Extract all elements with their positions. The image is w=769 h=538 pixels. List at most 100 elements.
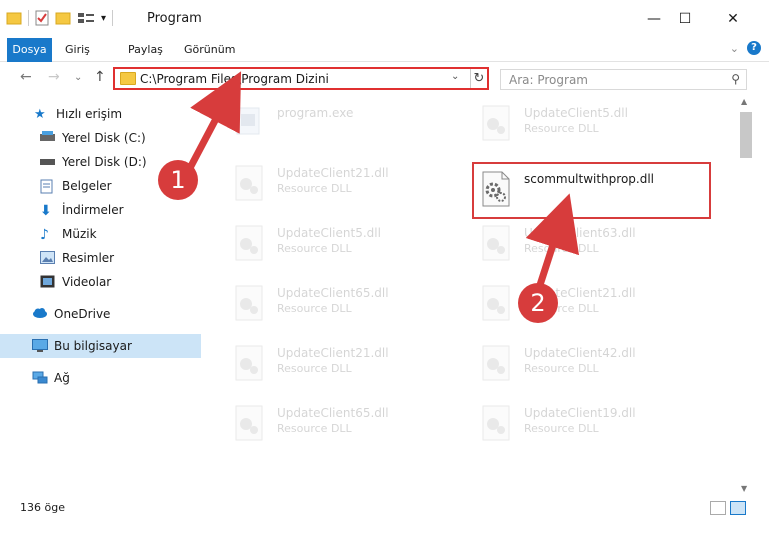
view-switcher	[710, 501, 746, 515]
toolbar-divider	[28, 10, 29, 26]
sidebar-item-label: Bu bilgisayar	[54, 339, 132, 353]
scroll-up-icon[interactable]: ▲	[741, 97, 747, 106]
computer-icon	[32, 339, 48, 353]
sidebar-item-label: Yerel Disk (C:)	[62, 131, 146, 145]
exe-file-icon	[236, 107, 260, 135]
sidebar-item-label: Yerel Disk (D:)	[62, 155, 147, 169]
step-1-badge: 1	[158, 160, 198, 200]
file-name: UpdateClient5.dll	[524, 106, 628, 120]
vertical-scrollbar[interactable]: ▲ ▼	[738, 94, 754, 497]
forward-button[interactable]: →	[48, 69, 60, 85]
sidebar-item-label: Ağ	[54, 371, 70, 385]
tiles-view-icon[interactable]	[730, 501, 746, 515]
file-type: Resource DLL	[524, 242, 599, 255]
sidebar-item-onedrive[interactable]: OneDrive	[32, 302, 233, 326]
file-type: Resource DLL	[524, 122, 599, 135]
properties-icon[interactable]	[35, 10, 49, 26]
new-folder-icon[interactable]	[55, 11, 71, 25]
step-2-badge: 2	[518, 283, 558, 323]
file-item[interactable]: UpdateClient19.dll Resource DLL	[478, 396, 708, 452]
sidebar-item-label: Müzik	[62, 227, 97, 241]
help-button[interactable]: ?	[747, 41, 761, 55]
download-icon: ⬇	[40, 203, 52, 219]
address-bar[interactable]: C:\Program Files\Program Dizini ⌄ ↻	[113, 67, 489, 90]
file-item[interactable]: UpdateClient21.dll Resource DLL	[231, 156, 461, 212]
drive-icon	[40, 131, 56, 145]
file-name: UpdateClient21.dll	[277, 166, 389, 180]
back-button[interactable]: ←	[20, 69, 32, 85]
sidebar-item-label: Hızlı erişim	[56, 107, 123, 121]
file-item[interactable]: UpdateClient21.dll Resource DLL	[478, 276, 708, 332]
dll-file-icon	[235, 345, 263, 381]
sidebar-item-label: Resimler	[62, 251, 115, 265]
sidebar-item-label: OneDrive	[54, 307, 111, 321]
close-button[interactable]: ✕	[710, 0, 756, 38]
file-item[interactable]: UpdateClient5.dll Resource DLL	[478, 96, 708, 152]
network-icon	[32, 371, 48, 385]
address-path[interactable]: C:\Program Files\Program Dizini	[140, 72, 329, 86]
dll-file-icon	[482, 405, 510, 441]
tab-share[interactable]: Paylaş	[118, 38, 173, 61]
file-name: UpdateClient65.dll	[277, 286, 389, 300]
file-name: UpdateClient42.dll	[524, 346, 636, 360]
tab-home[interactable]: Giriş	[55, 38, 100, 61]
target-file-highlight	[472, 162, 711, 219]
file-type: Resource DLL	[524, 362, 599, 375]
file-item[interactable]: UpdateClient65.dll Resource DLL	[231, 396, 461, 452]
details-view-icon[interactable]	[710, 501, 726, 515]
folder-icon[interactable]	[6, 11, 22, 25]
refresh-button[interactable]: ↻	[470, 69, 487, 88]
file-item[interactable]: UpdateClient21.dll Resource DLL	[231, 336, 461, 392]
scroll-down-icon[interactable]: ▼	[741, 484, 747, 493]
sidebar-item-label: Belgeler	[62, 179, 112, 193]
navigation-pane: ★ Hızlı erişim Yerel Disk (C:) Yerel Dis…	[0, 100, 237, 490]
sidebar-item-network[interactable]: Ağ	[32, 366, 233, 390]
file-name: UpdateClient21.dll	[277, 346, 389, 360]
folder-icon	[120, 72, 136, 85]
file-item[interactable]: program.exe	[231, 96, 461, 152]
file-name: program.exe	[277, 106, 354, 120]
status-bar: 136 öge	[0, 497, 769, 519]
view-options-icon[interactable]	[77, 11, 95, 25]
file-item[interactable]: UpdateClient63.dll Resource DLL	[478, 216, 708, 272]
file-type: Resource DLL	[277, 302, 352, 315]
search-icon[interactable]: ⚲	[731, 72, 740, 86]
file-item[interactable]: UpdateClient42.dll Resource DLL	[478, 336, 708, 392]
dll-file-icon	[482, 105, 510, 141]
scrollbar-thumb[interactable]	[740, 112, 752, 158]
documents-icon	[40, 179, 56, 194]
tab-view[interactable]: Görünüm	[174, 38, 245, 61]
sidebar-item-this-pc[interactable]: Bu bilgisayar	[0, 334, 201, 358]
search-placeholder: Ara: Program	[509, 73, 588, 87]
address-dropdown-icon[interactable]: ⌄	[451, 71, 459, 82]
file-type: Resource DLL	[277, 182, 352, 195]
qat-customize-icon[interactable]: ▾	[101, 13, 106, 24]
ribbon-tabs: Dosya Giriş Paylaş Görünüm	[0, 38, 769, 94]
ribbon-expand-icon[interactable]: ⌄	[730, 42, 739, 55]
maximize-button[interactable]: ☐	[662, 0, 708, 38]
pictures-icon	[40, 251, 56, 265]
up-button[interactable]: ↑	[94, 69, 106, 85]
window-title: Program	[147, 11, 202, 26]
item-count: 136 öge	[20, 501, 65, 514]
dll-file-icon	[235, 165, 263, 201]
file-item[interactable]: UpdateClient5.dll Resource DLL	[231, 216, 461, 272]
file-type: Resource DLL	[277, 422, 352, 435]
cloud-icon	[32, 307, 48, 321]
drive-icon	[40, 155, 56, 169]
ribbon-controls: ⌄ ?	[730, 41, 761, 55]
file-type: Resource DLL	[524, 422, 599, 435]
navigation-bar: ← → ⌄ ↑ C:\Program Files\Program Dizini …	[0, 62, 769, 94]
sidebar-item-label: Videolar	[62, 275, 112, 289]
search-box[interactable]: Ara: Program ⚲	[500, 69, 747, 90]
recent-locations-button[interactable]: ⌄	[74, 72, 82, 83]
sidebar-item-label: İndirmeler	[62, 203, 124, 217]
file-list: program.exe UpdateClient21.dll Resource …	[205, 94, 738, 494]
dll-file-icon	[482, 285, 510, 321]
file-name: UpdateClient19.dll	[524, 406, 636, 420]
music-icon: ♪	[40, 227, 49, 243]
window-bottom	[0, 519, 769, 538]
file-item[interactable]: UpdateClient65.dll Resource DLL	[231, 276, 461, 332]
file-name: UpdateClient63.dll	[524, 226, 636, 240]
star-icon: ★	[34, 107, 46, 122]
